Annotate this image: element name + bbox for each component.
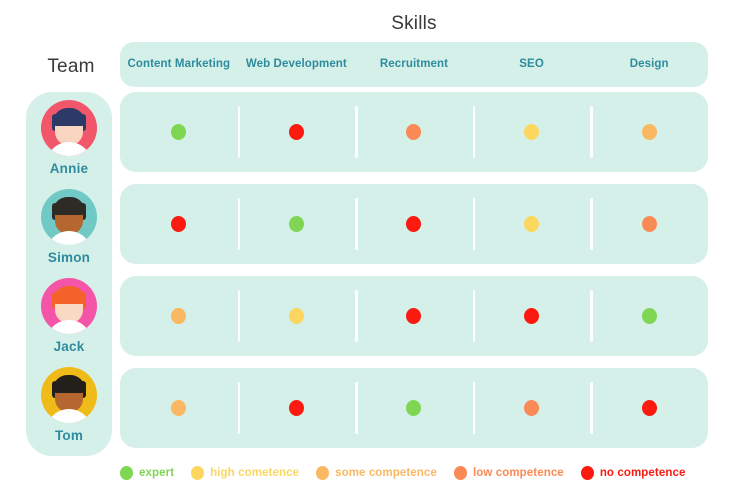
legend-swatch-expert — [120, 466, 133, 480]
legend-item-high[interactable]: high cometence — [191, 466, 299, 480]
competence-dot-low — [524, 400, 540, 416]
legend-label-some: some competence — [335, 467, 437, 479]
competence-dot-high — [524, 216, 540, 232]
column-header-2: Recruitment — [379, 58, 449, 71]
member-name-label: Jack — [53, 339, 85, 354]
avatar-shirt — [46, 409, 92, 423]
cell-simon-1[interactable] — [237, 184, 356, 264]
cell-tom-0[interactable] — [120, 368, 238, 448]
column-header-4: Design — [629, 58, 669, 71]
avatar — [41, 278, 97, 334]
member-name-label: Tom — [54, 428, 84, 443]
cell-simon-2[interactable] — [355, 184, 473, 264]
competence-dot-none — [641, 400, 657, 416]
avatar-shirt — [46, 231, 92, 245]
legend-label-none: no competence — [599, 467, 686, 479]
team-panel: Annie Simon Jack Tom — [26, 92, 112, 456]
column-header-3: SEO — [519, 58, 544, 71]
member-name-label: Annie — [49, 161, 89, 176]
table-row-tom — [120, 368, 708, 448]
table-row-simon — [120, 184, 708, 264]
competence-dot-none — [524, 308, 540, 324]
team-member-tom[interactable]: Tom — [26, 367, 112, 456]
cell-jack-1[interactable] — [237, 276, 356, 356]
avatar-hair-icon — [53, 286, 85, 304]
avatar-shirt — [46, 320, 92, 334]
competence-dot-expert — [406, 400, 422, 416]
legend-swatch-low — [453, 466, 467, 480]
table-row-annie — [120, 92, 708, 172]
avatar-hair-icon — [53, 197, 85, 215]
cell-annie-3[interactable] — [472, 92, 591, 172]
legend-swatch-high — [191, 466, 205, 480]
avatar-shirt — [46, 142, 92, 156]
competence-dot-high — [288, 308, 304, 324]
cell-jack-3[interactable] — [472, 276, 591, 356]
cell-tom-3[interactable] — [472, 368, 591, 448]
team-member-simon[interactable]: Simon — [26, 189, 112, 278]
cell-simon-3[interactable] — [472, 184, 591, 264]
legend-swatch-none — [580, 466, 594, 480]
avatar-hair-icon — [53, 108, 85, 126]
cell-jack-4[interactable] — [590, 276, 708, 356]
competence-dot-some — [641, 124, 657, 140]
legend-swatch-some — [316, 466, 330, 480]
competence-dot-expert — [288, 216, 304, 232]
competence-dot-none — [288, 400, 304, 416]
cell-annie-0[interactable] — [120, 92, 238, 172]
competence-dot-none — [406, 216, 422, 232]
page-title-team: Team — [47, 56, 95, 77]
cell-tom-1[interactable] — [237, 368, 356, 448]
cell-simon-0[interactable] — [120, 184, 238, 264]
competence-dot-low — [641, 216, 657, 232]
legend-item-none[interactable]: no competence — [580, 466, 686, 480]
legend-item-low[interactable]: low competence — [453, 466, 564, 480]
legend: expert high cometence some competence low c… — [120, 466, 720, 480]
cell-annie-1[interactable] — [237, 92, 356, 172]
competence-dot-high — [524, 124, 540, 140]
avatar-hair-icon — [53, 375, 85, 393]
cell-jack-2[interactable] — [355, 276, 473, 356]
cell-annie-2[interactable] — [355, 92, 473, 172]
cell-annie-4[interactable] — [590, 92, 708, 172]
table-row-jack — [120, 276, 708, 356]
cell-tom-2[interactable] — [355, 368, 473, 448]
column-header-band: Content Marketing Web Development Recruitm… — [120, 42, 708, 87]
team-member-jack[interactable]: Jack — [26, 278, 112, 367]
competence-dot-none — [288, 124, 304, 140]
legend-label-low: low competence — [472, 467, 564, 479]
avatar — [41, 189, 97, 245]
team-member-annie[interactable]: Annie — [26, 100, 112, 189]
legend-label-high: high cometence — [210, 467, 300, 479]
column-header-1: Web Development — [245, 58, 347, 71]
competence-dot-expert — [171, 124, 187, 140]
legend-label-expert: expert — [139, 467, 175, 479]
page-title-skills: Skills — [391, 13, 437, 34]
avatar — [41, 367, 97, 423]
legend-item-some[interactable]: some competence — [316, 466, 437, 480]
competence-dot-none — [171, 216, 187, 232]
column-header-0: Content Marketing — [127, 58, 231, 71]
competence-dot-expert — [641, 308, 657, 324]
cell-simon-4[interactable] — [590, 184, 708, 264]
competence-dot-low — [406, 124, 422, 140]
cell-jack-0[interactable] — [120, 276, 238, 356]
member-name-label: Simon — [47, 250, 91, 265]
cell-tom-4[interactable] — [590, 368, 708, 448]
avatar — [41, 100, 97, 156]
competence-dot-none — [406, 308, 422, 324]
competence-dot-some — [171, 400, 187, 416]
legend-item-expert[interactable]: expert — [120, 466, 174, 480]
competence-dot-some — [171, 308, 187, 324]
